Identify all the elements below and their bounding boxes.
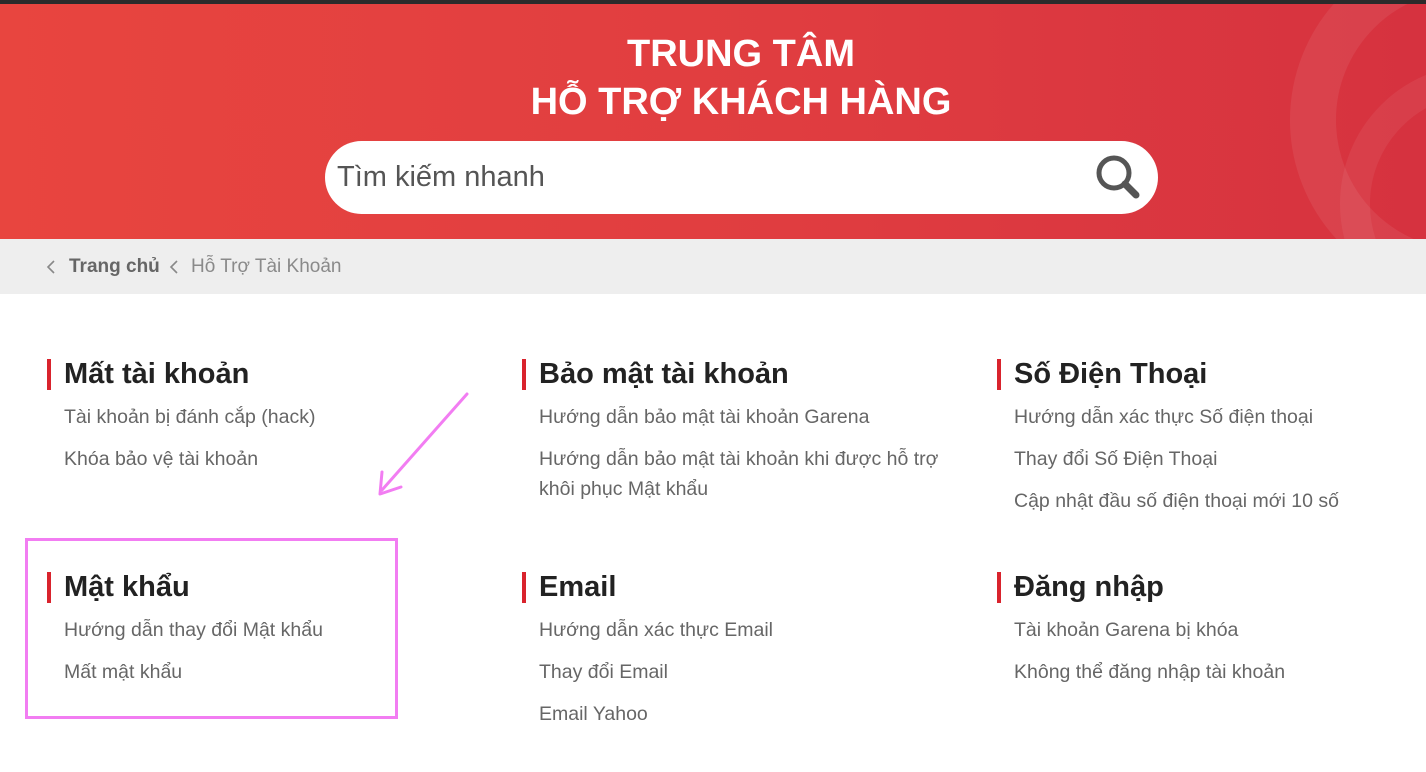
annotation-arrow-icon bbox=[378, 392, 469, 496]
link-email-yahoo[interactable]: Email Yahoo bbox=[539, 699, 949, 729]
link-change-phone[interactable]: Thay đổi Số Điện Thoại bbox=[1014, 444, 1424, 474]
chevron-left-icon bbox=[169, 260, 178, 274]
breadcrumb-home-link[interactable]: Trang chủ bbox=[69, 254, 160, 280]
breadcrumb: Trang chủ Hỗ Trợ Tài Khoản bbox=[0, 239, 1426, 294]
hero-header: TRUNG TÂM HỖ TRỢ KHÁCH HÀNG bbox=[0, 4, 1426, 239]
link-garena-account-locked[interactable]: Tài khoản Garena bị khóa bbox=[1014, 615, 1424, 645]
breadcrumb-current: Hỗ Trợ Tài Khoản bbox=[191, 256, 342, 277]
chevron-left-icon bbox=[46, 260, 55, 274]
page-title-line2: HỖ TRỢ KHÁCH HÀNG bbox=[530, 81, 952, 123]
section-title: Email bbox=[539, 571, 617, 603]
section-title: Số Điện Thoại bbox=[1014, 358, 1208, 390]
section-accent-bar bbox=[997, 572, 1001, 603]
section-title: Mất tài khoản bbox=[64, 358, 250, 390]
page-title-line1: TRUNG TÂM bbox=[627, 33, 855, 75]
section-accent-bar bbox=[997, 359, 1001, 390]
link-secure-garena-account[interactable]: Hướng dẫn bảo mật tài khoản Garena bbox=[539, 402, 949, 432]
link-secure-account-recovery[interactable]: Hướng dẫn bảo mật tài khoản khi được hỗ … bbox=[539, 444, 949, 504]
search-box bbox=[325, 141, 1158, 214]
search-icon[interactable] bbox=[1094, 153, 1142, 201]
section-title: Bảo mật tài khoản bbox=[539, 358, 789, 390]
link-verify-phone[interactable]: Hướng dẫn xác thực Số điện thoại bbox=[1014, 402, 1424, 432]
section-title: Đăng nhập bbox=[1014, 571, 1164, 603]
section-accent-bar bbox=[522, 359, 526, 390]
link-change-email[interactable]: Thay đổi Email bbox=[539, 657, 949, 687]
section-accent-bar bbox=[522, 572, 526, 603]
search-input[interactable] bbox=[337, 149, 1057, 206]
annotation-highlight-box bbox=[25, 538, 398, 719]
link-update-phone-prefix[interactable]: Cập nhật đầu số điện thoại mới 10 số bbox=[1014, 486, 1424, 516]
section-accent-bar bbox=[47, 359, 51, 390]
link-verify-email[interactable]: Hướng dẫn xác thực Email bbox=[539, 615, 949, 645]
link-cannot-login[interactable]: Không thể đăng nhập tài khoản bbox=[1014, 657, 1424, 687]
